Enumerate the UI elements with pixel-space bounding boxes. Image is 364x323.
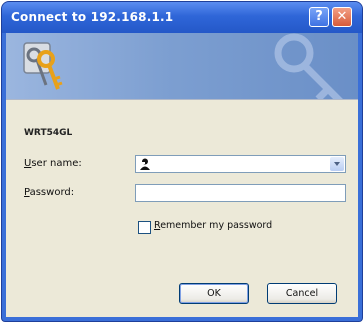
close-button[interactable]: ✕ xyxy=(332,7,352,27)
banner-divider xyxy=(6,99,358,100)
device-name: WRT54GL xyxy=(24,128,73,138)
username-label: User name: xyxy=(24,158,82,169)
help-button[interactable]: ? xyxy=(309,7,329,27)
remember-password-checkbox[interactable] xyxy=(138,221,151,234)
keys-watermark-icon xyxy=(274,33,344,100)
password-label: Password: xyxy=(24,187,74,198)
cancel-button[interactable]: Cancel xyxy=(267,283,337,304)
chevron-down-icon[interactable] xyxy=(330,157,344,171)
ok-button[interactable]: OK xyxy=(179,283,249,304)
title-bar[interactable]: Connect to 192.168.1.1 ? ✕ xyxy=(2,2,362,33)
login-dialog: Connect to 192.168.1.1 ? ✕ WRT54GL User … xyxy=(2,2,362,321)
keys-icon xyxy=(23,42,63,90)
window-title: Connect to 192.168.1.1 xyxy=(11,10,174,24)
remember-label-text: emember my password xyxy=(160,220,273,231)
password-label-text: assword: xyxy=(29,187,75,198)
username-label-text: ser name: xyxy=(31,158,82,169)
user-icon xyxy=(140,158,150,170)
username-combobox[interactable] xyxy=(135,155,346,173)
dialog-body: WRT54GL User name: Password: Remember my… xyxy=(6,33,358,317)
password-field[interactable] xyxy=(135,184,346,202)
banner xyxy=(6,33,358,100)
remember-password-label[interactable]: Remember my password xyxy=(154,220,272,231)
